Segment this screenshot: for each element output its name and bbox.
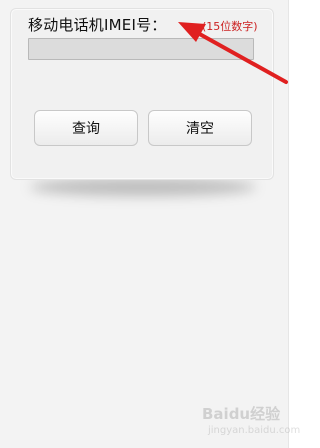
watermark-logo: Baidu经验	[202, 405, 281, 423]
imei-input[interactable]	[28, 38, 254, 60]
clear-button[interactable]: 清空	[148, 110, 252, 146]
query-button[interactable]: 查询	[34, 110, 138, 146]
imei-label: 移动电话机IMEI号：	[28, 16, 167, 34]
card-shadow	[30, 178, 256, 196]
imei-hint: (15位数字)	[202, 20, 258, 33]
right-panel-strip	[288, 0, 320, 448]
watermark-subtext: jingyan.baidu.com	[208, 425, 301, 436]
